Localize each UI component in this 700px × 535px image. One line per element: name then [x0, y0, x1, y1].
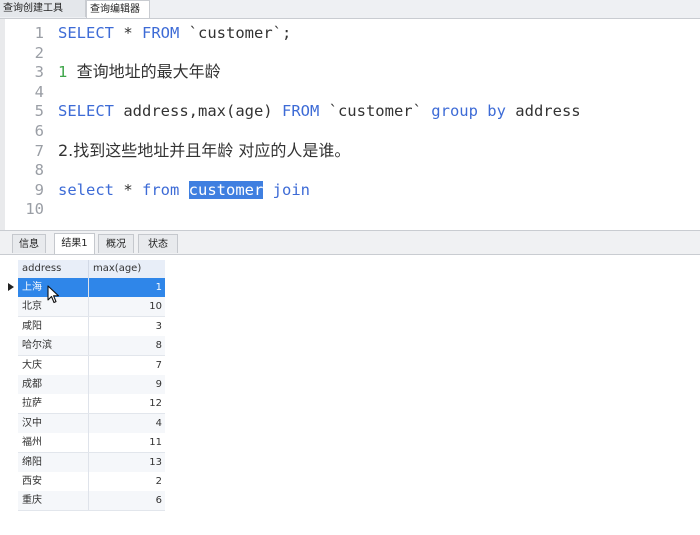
cell-address[interactable]: 绵阳: [18, 452, 89, 472]
cell-max-age[interactable]: 1: [89, 278, 165, 297]
cell-max-age[interactable]: 4: [89, 414, 165, 433]
result-tab-bar: 信息 结果1 概况 状态: [0, 230, 700, 255]
table-row[interactable]: 成都 9: [18, 375, 165, 395]
table-row[interactable]: 上海 1: [18, 278, 165, 298]
mouse-pointer-icon: [47, 285, 60, 304]
cell-max-age[interactable]: 11: [89, 433, 165, 452]
table-row[interactable]: 拉萨 12: [18, 394, 165, 415]
code-token: `customer`;: [179, 24, 292, 42]
table-row[interactable]: 绵阳 13: [18, 452, 165, 473]
cell-max-age[interactable]: 13: [89, 453, 165, 472]
cell-address[interactable]: 汉中: [18, 413, 89, 433]
code-token: 2.找到这些地址并且年龄 对应的人是谁。: [58, 140, 351, 160]
code-token: FROM: [142, 24, 180, 42]
table-row[interactable]: 福州 11: [18, 433, 165, 454]
cell-max-age[interactable]: 2: [89, 472, 165, 491]
code-line[interactable]: 10: [0, 198, 700, 220]
cell-max-age[interactable]: 7: [89, 356, 165, 375]
table-row[interactable]: 西安 2: [18, 472, 165, 492]
tab-profile[interactable]: 概况: [98, 234, 134, 253]
cell-address[interactable]: 成都: [18, 375, 89, 394]
query-tab-bar: 查询创建工具 查询编辑器: [0, 0, 700, 19]
code-token: select: [58, 180, 114, 199]
cell-max-age[interactable]: 12: [89, 394, 165, 413]
code-token: FROM: [281, 102, 320, 121]
current-row-arrow-icon: [8, 283, 14, 291]
code-token: *: [114, 24, 142, 42]
selected-text: customer: [188, 180, 264, 199]
tab-status[interactable]: 状态: [138, 234, 178, 253]
row-indicator-column: [0, 256, 18, 535]
cell-max-age[interactable]: 8: [89, 336, 165, 355]
table-row[interactable]: 重庆 6: [18, 491, 165, 512]
cell-address[interactable]: 咸阳: [18, 316, 89, 336]
code-token: from: [142, 180, 180, 199]
table-row[interactable]: 大庆 7: [18, 355, 165, 376]
line-number: 10: [25, 200, 44, 219]
sql-editor[interactable]: 1 SELECT * FROM `customer`; 2 3 1 查询地址的最大年龄 4…: [0, 19, 700, 230]
cell-max-age[interactable]: 3: [89, 317, 165, 336]
cell-address[interactable]: 哈尔滨: [18, 336, 89, 356]
cell-max-age[interactable]: 10: [89, 297, 165, 316]
cell-address[interactable]: 拉萨: [18, 394, 89, 414]
cell-address[interactable]: 重庆: [18, 491, 89, 511]
code-token: SELECT: [58, 102, 114, 121]
cell-address[interactable]: 西安: [18, 472, 89, 491]
tab-info[interactable]: 信息: [12, 234, 46, 253]
column-header-address[interactable]: address: [18, 260, 89, 278]
cell-max-age[interactable]: 6: [89, 491, 165, 510]
grid-header: address max(age): [18, 260, 165, 279]
tab-result-1[interactable]: 结果1: [54, 233, 95, 254]
table-row[interactable]: 北京 10: [18, 297, 165, 318]
code-token: SELECT: [58, 24, 114, 42]
table-row[interactable]: 咸阳 3: [18, 316, 165, 337]
code-token: group by: [431, 102, 506, 121]
column-header-max-age[interactable]: max(age): [89, 260, 165, 278]
cell-address[interactable]: 福州: [18, 433, 89, 453]
code-token: 查询地址的最大年龄: [76, 62, 221, 82]
cell-max-age[interactable]: 9: [89, 375, 165, 394]
code-token: `customer`: [319, 102, 432, 121]
table-row[interactable]: 哈尔滨 8: [18, 336, 165, 357]
tab-query-builder[interactable]: 查询创建工具: [0, 0, 86, 17]
result-grid[interactable]: address max(age) 上海 1 北京 10 咸阳 3 哈尔滨 8 大庆 7 成都 9 拉萨 1…: [0, 256, 700, 535]
cell-address[interactable]: 大庆: [18, 355, 89, 375]
code-token: join: [272, 180, 310, 199]
code-token: address: [505, 102, 581, 121]
code-token: address,max(age): [114, 102, 282, 121]
code-token: 1: [58, 63, 77, 82]
code-token: *: [114, 180, 142, 199]
table-row[interactable]: 汉中 4: [18, 413, 165, 434]
tab-query-editor[interactable]: 查询编辑器: [86, 0, 150, 18]
